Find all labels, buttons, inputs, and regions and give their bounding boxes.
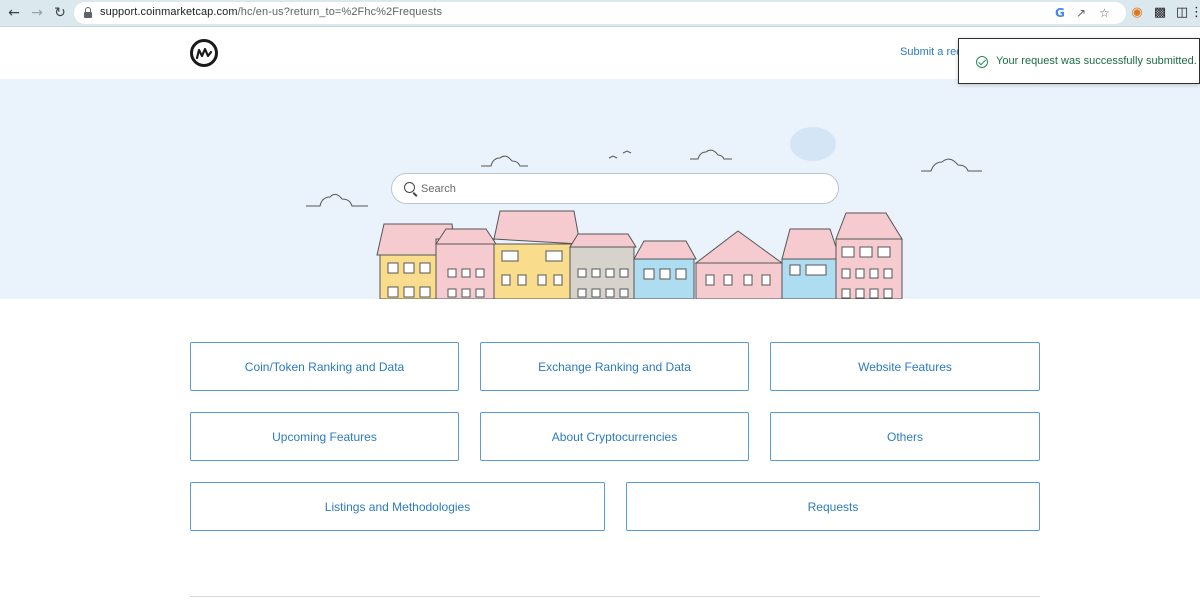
more-icon[interactable]: ⋮ [1190, 4, 1200, 22]
coinmarketcap-logo-icon[interactable] [190, 39, 218, 67]
category-label: Exchange Ranking and Data [538, 359, 691, 374]
google-icon[interactable]: G [1055, 5, 1065, 21]
category-label: Website Features [858, 359, 952, 374]
metamask-icon[interactable]: ◉ [1128, 4, 1146, 22]
category-label: Requests [807, 499, 859, 514]
url-host: support.coinmarketcap.com [100, 6, 238, 18]
category-label: About Cryptocurrencies [551, 429, 678, 444]
category-exchange-ranking[interactable]: Exchange Ranking and Data [480, 342, 749, 391]
search-input[interactable] [421, 180, 821, 198]
category-label: Listings and Methodologies [324, 499, 471, 514]
submit-request-link[interactable]: Submit a req [900, 46, 962, 58]
url-path: /hc/en-us?return_to=%2Fhc%2Frequests [237, 6, 443, 18]
success-toast: Your request was successfully submitted. [958, 38, 1200, 84]
lock-icon[interactable] [84, 7, 92, 18]
browser-toolbar: ← → ↻ support.coinmarketcap.com/hc/en-us… [0, 0, 1200, 27]
category-upcoming-features[interactable]: Upcoming Features [190, 412, 459, 461]
toast-message: Your request was successfully submitted. [996, 55, 1197, 67]
footer-divider [190, 596, 1040, 597]
url-text[interactable]: support.coinmarketcap.com/hc/en-us?retur… [100, 6, 442, 18]
search-icon [404, 182, 415, 193]
category-label: Coin/Token Ranking and Data [244, 359, 405, 374]
category-listings-methodologies[interactable]: Listings and Methodologies [190, 482, 605, 531]
category-label: Others [886, 429, 923, 444]
category-about-cryptocurrencies[interactable]: About Cryptocurrencies [480, 412, 749, 461]
sidepanel-icon[interactable]: ◫ [1173, 4, 1191, 22]
search-bar[interactable] [391, 173, 839, 204]
reload-button[interactable]: ↻ [51, 4, 69, 22]
hero-banner [0, 79, 1200, 299]
category-others[interactable]: Others [770, 412, 1040, 461]
share-icon[interactable]: ↗ [1076, 5, 1086, 21]
star-icon[interactable]: ☆ [1099, 5, 1110, 21]
forward-button[interactable]: → [28, 4, 46, 22]
check-circle-icon [976, 56, 988, 68]
category-requests[interactable]: Requests [626, 482, 1040, 531]
category-website-features[interactable]: Website Features [770, 342, 1040, 391]
back-button[interactable]: ← [5, 4, 23, 22]
puzzle-icon[interactable]: ▩ [1151, 4, 1169, 22]
category-label: Upcoming Features [272, 429, 377, 444]
category-coin-token-ranking[interactable]: Coin/Token Ranking and Data [190, 342, 459, 391]
address-bar[interactable]: support.coinmarketcap.com/hc/en-us?retur… [74, 2, 1126, 24]
